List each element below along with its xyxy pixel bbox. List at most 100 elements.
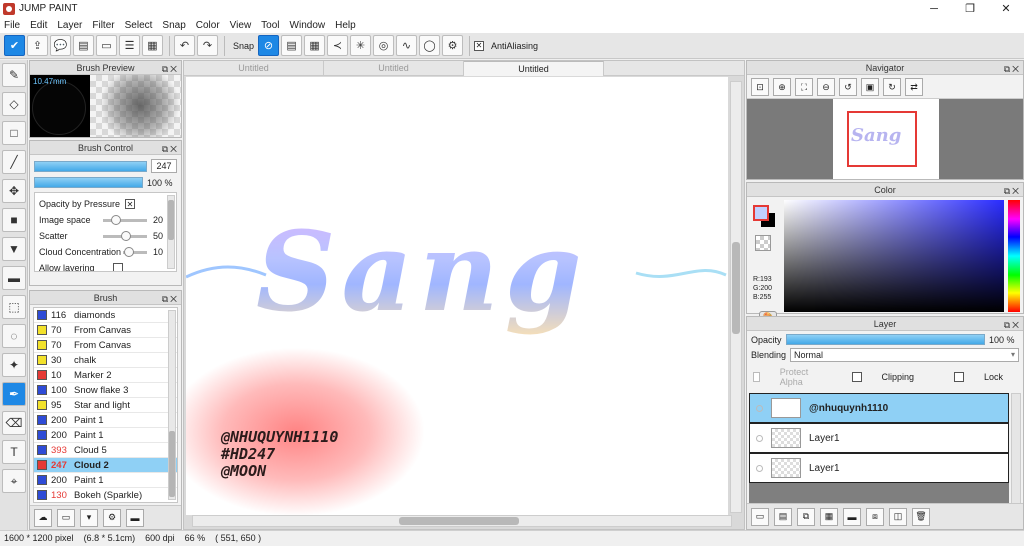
move-tool-icon[interactable]: ✥ (2, 179, 26, 203)
flip-icon[interactable]: ⇄ (905, 78, 923, 96)
text-tool-icon[interactable]: T (2, 440, 26, 464)
drawing-canvas[interactable]: Sang @NHUQUYNH1110 #HD247 @MOON (186, 77, 728, 515)
clipping-checkbox[interactable] (851, 372, 862, 382)
canvas-horizontal-scrollbar[interactable] (192, 515, 732, 527)
saturation-value-picker[interactable] (784, 200, 1004, 312)
menu-window[interactable]: Window (290, 20, 326, 31)
param-slider[interactable] (123, 246, 147, 257)
slider-knob[interactable] (124, 246, 135, 257)
brush-settings-icon[interactable]: ⚙ (103, 508, 121, 527)
brush-type-menu-icon[interactable]: ▾ (80, 508, 98, 527)
scroll-thumb[interactable] (168, 200, 174, 240)
layer-mask-icon[interactable]: ◫ (889, 507, 907, 526)
scroll-thumb[interactable] (399, 517, 519, 525)
menu-color[interactable]: Color (196, 20, 220, 31)
brush-item[interactable]: 130 Bokeh (Sparkle) (34, 488, 177, 502)
comment-icon[interactable]: ▤ (73, 35, 94, 56)
rectangle-tool-icon[interactable]: □ (2, 121, 26, 145)
undo-icon[interactable]: ↶ (174, 35, 195, 56)
snap-grid-icon[interactable]: ▦ (304, 35, 326, 56)
brush-item[interactable]: 116 diamonds (34, 308, 177, 323)
duplicate-layer-icon[interactable]: ⧉ (797, 507, 815, 526)
select-pen-tool-icon[interactable]: ✒ (2, 382, 26, 406)
zoom-in-icon[interactable]: ⊕ (773, 78, 791, 96)
brush-tool-icon[interactable]: ✎ (2, 63, 26, 87)
antialiasing-checkbox[interactable]: ✕ (474, 40, 485, 51)
menu-select[interactable]: Select (125, 20, 153, 31)
menu-edit[interactable]: Edit (30, 20, 47, 31)
protect-alpha-checkbox[interactable] (753, 372, 760, 382)
lock-option[interactable]: Lock (954, 372, 1023, 382)
bucket-tool-icon[interactable]: ▼ (2, 237, 26, 261)
snap-curve-icon[interactable]: ∿ (396, 35, 418, 56)
allow-layering-checkbox[interactable] (113, 263, 123, 271)
snap-concentric-icon[interactable]: ◎ (373, 35, 395, 56)
list-icon[interactable]: ☰ (119, 35, 140, 56)
rotate-right-icon[interactable]: ↻ (883, 78, 901, 96)
fit-screen-icon[interactable]: ⛶ (795, 78, 813, 96)
param-slider[interactable] (103, 230, 147, 241)
transparent-color-swatch[interactable] (755, 235, 771, 251)
params-scrollbar[interactable] (167, 195, 175, 269)
brush-item[interactable]: 100 Snow flake 3 (34, 383, 177, 398)
checklist-icon[interactable]: ▦ (142, 35, 163, 56)
tab-untitled-2[interactable]: Untitled (324, 61, 464, 76)
folder-icon[interactable]: ▬ (843, 507, 861, 526)
gradient-tool-icon[interactable]: ▬ (2, 266, 26, 290)
cloud-download-icon[interactable]: ☁ (34, 508, 52, 527)
brush-item[interactable]: 95 Star and light (34, 398, 177, 413)
fill-rect-tool-icon[interactable]: ■ (2, 208, 26, 232)
brush-item[interactable]: 30 chalk (34, 353, 177, 368)
protect-alpha-option[interactable]: Protect Alpha (753, 367, 832, 387)
slider-knob[interactable] (120, 230, 131, 241)
layer-item[interactable]: Layer1 (749, 453, 1009, 483)
magic-wand-tool-icon[interactable]: ✦ (2, 353, 26, 377)
close-button[interactable]: ✕ (988, 0, 1024, 17)
brush-item[interactable]: 247 Cloud 2 (34, 458, 177, 473)
tab-untitled-3[interactable]: Untitled (464, 61, 604, 76)
layer-item[interactable]: @nhuquynh1110 (749, 393, 1009, 423)
brush-item[interactable]: 70 From Canvas (34, 338, 177, 353)
delete-layer-icon[interactable]: 🗑 (912, 507, 930, 526)
menu-view[interactable]: View (230, 20, 252, 31)
line-tool-icon[interactable]: ╱ (2, 150, 26, 174)
snap-perspective-icon[interactable]: ≺ (327, 35, 349, 56)
panel-buttons[interactable]: ⧉✕ (1004, 184, 1021, 198)
brush-list-scrollbar[interactable] (168, 310, 176, 500)
settings-icon[interactable]: ⚙ (442, 35, 464, 56)
panel-buttons[interactable]: ⧉✕ (162, 62, 179, 76)
scroll-thumb[interactable] (169, 431, 175, 497)
brush-item[interactable]: 70 From Canvas (34, 323, 177, 338)
brush-item[interactable]: 200 Paint 1 (34, 428, 177, 443)
layer-item[interactable]: Layer1 (749, 423, 1009, 453)
menu-filter[interactable]: Filter (92, 20, 114, 31)
page-icon[interactable]: ▭ (96, 35, 117, 56)
menu-tool[interactable]: Tool (261, 20, 279, 31)
speech-bubble-icon[interactable]: 💬 (50, 35, 71, 56)
layer-opacity-slider[interactable] (785, 334, 985, 345)
navigator-view[interactable]: Sang (747, 99, 1023, 179)
share-icon[interactable]: ⇪ (27, 35, 48, 56)
blending-select[interactable]: Normal (790, 348, 1019, 362)
scroll-thumb[interactable] (732, 242, 740, 334)
brush-item[interactable]: 10 Marker 2 (34, 368, 177, 383)
maximize-button[interactable]: ❐ (952, 0, 988, 17)
brush-item[interactable]: 200 Paint 1 (34, 473, 177, 488)
new-layer-folder-icon[interactable]: ▤ (774, 507, 792, 526)
panel-buttons[interactable]: ⧉✕ (162, 292, 179, 306)
rotate-left-icon[interactable]: ↺ (839, 78, 857, 96)
clipping-option[interactable]: Clipping (851, 372, 935, 382)
menu-snap[interactable]: Snap (162, 20, 185, 31)
redo-icon[interactable]: ↷ (197, 35, 218, 56)
merge-layer-icon[interactable]: ⧈ (866, 507, 884, 526)
cloud-sync-icon[interactable]: ✔ (4, 35, 25, 56)
eraser-tool-icon[interactable]: ◇ (2, 92, 26, 116)
new-brush-icon[interactable]: ▭ (57, 508, 75, 527)
canvas-vertical-scrollbar[interactable] (730, 81, 742, 513)
visibility-icon[interactable] (756, 434, 763, 442)
new-layer-icon[interactable]: ▭ (751, 507, 769, 526)
panel-buttons[interactable]: ⧉✕ (1004, 62, 1021, 76)
layer-texture-icon[interactable]: ▦ (820, 507, 838, 526)
eyedropper-tool-icon[interactable]: ⌖ (2, 469, 26, 493)
panel-buttons[interactable]: ⧉✕ (162, 142, 179, 156)
